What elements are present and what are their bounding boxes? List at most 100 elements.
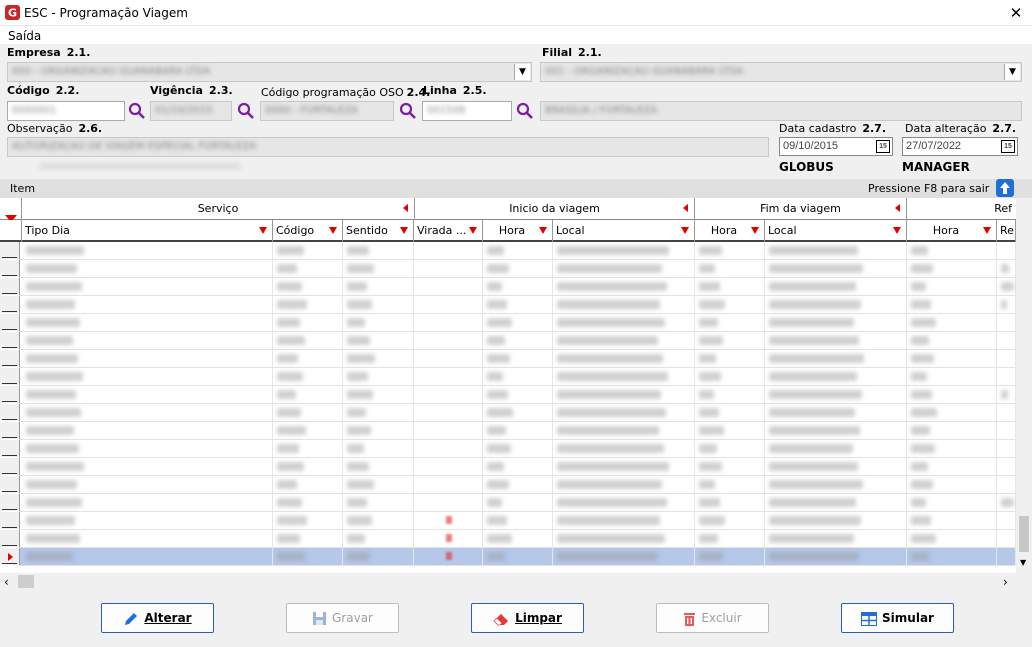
table-cell[interactable] <box>414 278 483 296</box>
table-row[interactable] <box>0 494 1016 512</box>
table-cell[interactable] <box>414 314 483 332</box>
table-cell[interactable] <box>997 476 1016 494</box>
row-indicator[interactable] <box>0 530 20 548</box>
gravar-button[interactable]: Gravar <box>286 603 399 633</box>
filter-icon[interactable] <box>400 227 408 234</box>
observacao-input[interactable]: AUTORIZACAO DE VIAGEM ESPECIAL FORTALEZA <box>7 137 769 157</box>
simular-button[interactable]: Simular <box>841 603 954 633</box>
table-row[interactable] <box>0 314 1016 332</box>
scroll-thumb[interactable] <box>1019 516 1029 552</box>
codigo-oso-input[interactable]: 0000 - FORTALEZA <box>260 101 394 121</box>
data-alteracao-field[interactable]: 27/07/2022 15 <box>902 137 1018 156</box>
table-cell[interactable] <box>414 242 483 260</box>
row-indicator[interactable] <box>0 296 20 314</box>
row-indicator[interactable] <box>0 476 20 494</box>
table-cell[interactable] <box>997 332 1016 350</box>
chevron-right-icon[interactable]: › <box>1003 575 1008 589</box>
filter-icon[interactable] <box>469 227 477 234</box>
row-indicator[interactable] <box>0 440 20 458</box>
row-indicator[interactable] <box>0 386 20 404</box>
table-row[interactable] <box>0 458 1016 476</box>
table-cell[interactable] <box>414 458 483 476</box>
linha-input[interactable]: 001508 <box>422 101 512 121</box>
column-header-5[interactable]: Local <box>553 220 695 242</box>
table-cell[interactable] <box>997 530 1016 548</box>
table-row[interactable] <box>0 296 1016 314</box>
data-grid[interactable]: Serviço Inicio da viagem Fim da viagem Ref … <box>0 198 1032 573</box>
table-row[interactable] <box>0 386 1016 404</box>
table-row[interactable] <box>0 332 1016 350</box>
table-cell[interactable] <box>997 242 1016 260</box>
row-indicator[interactable] <box>0 350 20 368</box>
collapse-left-icon[interactable] <box>895 204 900 212</box>
arrow-up-icon[interactable] <box>995 179 1015 197</box>
search-icon[interactable] <box>399 102 417 120</box>
filter-icon[interactable] <box>681 227 689 234</box>
table-row[interactable] <box>0 422 1016 440</box>
excluir-button[interactable]: Excluir <box>656 603 769 633</box>
table-row[interactable] <box>0 278 1016 296</box>
chevron-down-icon[interactable]: ▼ <box>514 64 530 80</box>
table-cell[interactable] <box>997 404 1016 422</box>
filter-icon[interactable] <box>539 227 547 234</box>
codigo-input[interactable]: 0000001 <box>7 101 125 121</box>
menu-item-saida[interactable]: Saída <box>8 29 41 43</box>
table-row[interactable] <box>0 242 1016 260</box>
row-indicator[interactable] <box>0 494 20 512</box>
filter-icon[interactable] <box>329 227 337 234</box>
column-header-9[interactable]: Re <box>997 220 1016 242</box>
table-cell[interactable] <box>414 386 483 404</box>
table-cell[interactable] <box>414 368 483 386</box>
table-row[interactable] <box>0 512 1016 530</box>
search-icon[interactable] <box>237 102 255 120</box>
row-indicator[interactable] <box>0 242 20 260</box>
table-cell[interactable] <box>997 422 1016 440</box>
filter-icon[interactable] <box>751 227 759 234</box>
table-cell[interactable] <box>414 422 483 440</box>
chevron-left-icon[interactable]: ‹ <box>4 575 9 589</box>
table-row[interactable] <box>0 368 1016 386</box>
row-indicator[interactable] <box>0 260 20 278</box>
table-cell[interactable] <box>414 260 483 278</box>
horizontal-scrollbar[interactable]: ‹ › <box>0 573 1016 590</box>
row-indicator[interactable] <box>0 332 20 350</box>
row-indicator[interactable] <box>0 404 20 422</box>
alterar-button[interactable]: Alterar <box>101 603 214 633</box>
close-icon[interactable]: ✕ <box>1006 3 1026 23</box>
table-cell[interactable] <box>414 404 483 422</box>
table-cell[interactable] <box>414 350 483 368</box>
table-cell[interactable] <box>414 440 483 458</box>
column-header-7[interactable]: Local <box>765 220 907 242</box>
chevron-down-icon[interactable]: ▼ <box>1020 558 1026 567</box>
vertical-scrollbar[interactable]: ▼ <box>1016 198 1032 573</box>
table-cell[interactable] <box>414 332 483 350</box>
calendar-icon[interactable]: 15 <box>1001 140 1015 153</box>
search-icon[interactable] <box>128 102 146 120</box>
table-cell[interactable] <box>997 458 1016 476</box>
table-row[interactable] <box>0 404 1016 422</box>
data-cadastro-field[interactable]: 09/10/2015 15 <box>779 137 893 156</box>
table-cell[interactable] <box>414 296 483 314</box>
table-cell[interactable] <box>414 494 483 512</box>
filter-icon[interactable] <box>983 227 991 234</box>
table-cell[interactable] <box>997 512 1016 530</box>
table-cell[interactable] <box>997 368 1016 386</box>
empresa-select[interactable]: 000 - ORGANIZACAO GUANABARA LTDA ▼ <box>7 62 532 82</box>
collapse-left-icon[interactable] <box>403 204 408 212</box>
row-indicator[interactable] <box>0 278 20 296</box>
row-indicator[interactable] <box>0 512 20 530</box>
filter-icon[interactable] <box>893 227 901 234</box>
limpar-button[interactable]: Limpar <box>471 603 584 633</box>
table-row[interactable] <box>0 260 1016 278</box>
filial-select[interactable]: 001 - ORGANIZACAO GUANABARA LTDA ▼ <box>540 62 1022 82</box>
table-cell[interactable] <box>997 440 1016 458</box>
row-indicator[interactable] <box>0 368 20 386</box>
table-cell[interactable] <box>997 314 1016 332</box>
table-cell[interactable] <box>997 350 1016 368</box>
row-indicator[interactable] <box>0 458 20 476</box>
row-indicator[interactable] <box>0 422 20 440</box>
filter-icon[interactable] <box>259 227 267 234</box>
row-indicator[interactable] <box>0 314 20 332</box>
column-header-0[interactable]: Tipo Dia <box>22 220 273 242</box>
table-row[interactable] <box>0 440 1016 458</box>
